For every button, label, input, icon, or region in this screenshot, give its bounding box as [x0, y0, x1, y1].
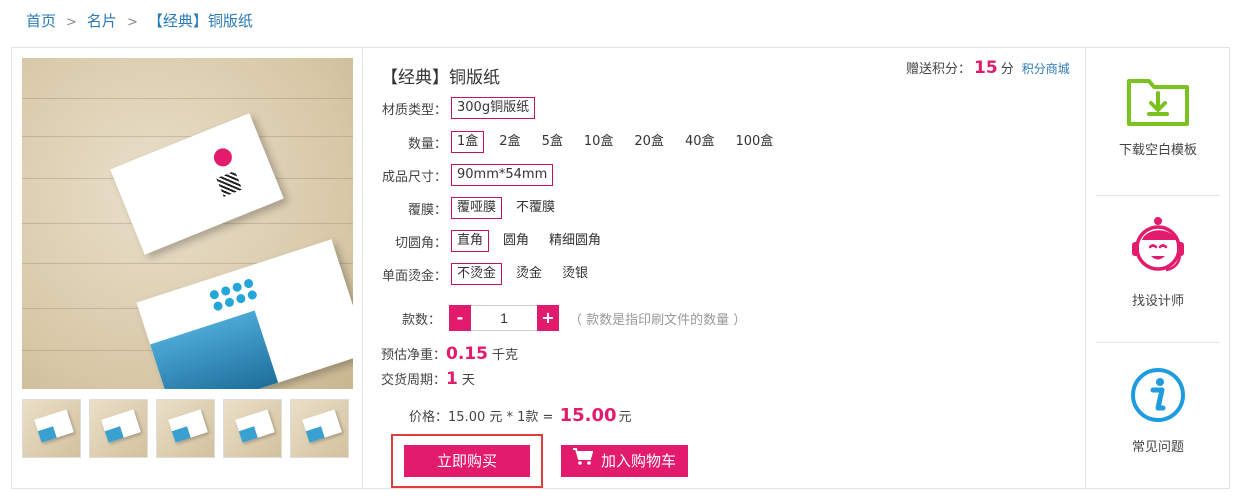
breadcrumb: 首页 > 名片 > 【经典】铜版纸	[26, 10, 253, 31]
brand-logo-icon	[211, 145, 235, 170]
thumbnail-4[interactable]	[223, 399, 282, 458]
option-foil-gold[interactable]: 烫金	[510, 263, 548, 285]
delivery-unit: 天	[461, 373, 475, 388]
option-quantity-5[interactable]: 5盒	[536, 131, 569, 153]
folder-download-icon	[1126, 79, 1190, 131]
styles-stepper: 款数： - + （ 款数是指印刷文件的数量 ）	[381, 305, 746, 331]
option-label: 覆膜：	[407, 202, 447, 218]
option-row-corner: 切圆角： 直角 圆角 精细圆角	[381, 230, 615, 252]
decrement-button[interactable]: -	[449, 305, 471, 331]
option-foil-silver[interactable]: 烫银	[556, 263, 594, 285]
styles-hint: （ 款数是指印刷文件的数量 ）	[569, 312, 747, 328]
option-row-lamination: 覆膜： 覆哑膜 不覆膜	[381, 197, 569, 219]
qr-code-icon	[216, 170, 243, 197]
product-title: 【经典】铜版纸	[381, 68, 500, 88]
option-foil-none[interactable]: 不烫金	[451, 263, 503, 285]
reward-points: 赠送积分： 15 分积分商城	[906, 58, 1070, 78]
sidebar-divider-1	[1096, 195, 1220, 196]
option-label: 材质类型：	[381, 102, 447, 118]
styles-count-input[interactable]	[471, 305, 537, 331]
weight-unit: 千克	[491, 348, 518, 363]
breadcrumb-category-link[interactable]: 名片	[87, 12, 117, 30]
sidebar-divider-2	[1096, 342, 1220, 343]
styles-label: 款数：	[401, 312, 441, 328]
breadcrumb-separator: >	[66, 15, 77, 30]
breadcrumb-separator: >	[126, 15, 138, 30]
add-to-cart-label: 加入购物车	[600, 452, 676, 470]
cart-icon	[572, 445, 594, 477]
points-unit: 分	[1000, 62, 1014, 77]
sidebar-label: 找设计师	[1131, 294, 1184, 309]
estimated-weight: 预估净重：0.15 千克	[381, 344, 518, 364]
option-row-foil: 单面烫金： 不烫金 烫金 烫银	[381, 263, 602, 285]
option-row-quantity: 数量： 1盒 2盒 5盒 10盒 20盒 40盒 100盒	[381, 131, 788, 153]
delivery-value: 1	[446, 369, 458, 389]
option-quantity-40[interactable]: 40盒	[679, 131, 721, 153]
price-line: 价格：15.00 元 * 1款 = 15.00 元	[409, 405, 632, 426]
price-unit: 元	[618, 410, 632, 425]
points-value: 15	[974, 58, 998, 78]
points-mall-link[interactable]: 积分商城	[1022, 62, 1070, 76]
sidebar-download-template[interactable]: 下载空白模板	[1086, 75, 1230, 158]
weight-value: 0.15	[446, 344, 488, 364]
business-card-white	[110, 113, 284, 255]
add-to-cart-button[interactable]: 加入购物车	[561, 445, 688, 477]
price-total: 15.00	[559, 405, 617, 426]
option-quantity-100[interactable]: 100盒	[729, 131, 779, 153]
option-lamination-matte[interactable]: 覆哑膜	[451, 197, 503, 219]
sidebar-label: 下载空白模板	[1118, 143, 1197, 158]
option-corner-round[interactable]: 圆角	[497, 230, 535, 252]
option-quantity-10[interactable]: 10盒	[578, 131, 620, 153]
price-formula: 15.00 元 * 1款 =	[448, 410, 554, 425]
option-quantity-20[interactable]: 20盒	[628, 131, 670, 153]
sidebar-faq[interactable]: 常见问题	[1086, 366, 1230, 455]
thumbnail-1[interactable]	[22, 399, 81, 458]
breadcrumb-current-link[interactable]: 【经典】铜版纸	[148, 12, 253, 30]
delivery-label: 交货周期：	[381, 373, 447, 388]
gallery-divider	[362, 48, 363, 488]
price-label: 价格：	[409, 410, 449, 425]
option-row-material: 材质类型： 300g铜版纸	[381, 97, 543, 119]
thumbnail-5[interactable]	[290, 399, 349, 458]
breadcrumb-home-link[interactable]: 首页	[26, 12, 56, 30]
thumbnail-2[interactable]	[89, 399, 148, 458]
option-label: 单面烫金：	[381, 268, 447, 284]
sidebar-find-designer[interactable]: 找设计师	[1086, 214, 1230, 309]
option-label: 数量：	[407, 136, 447, 152]
option-size-90x54[interactable]: 90mm*54mm	[451, 164, 554, 186]
designer-headset-icon	[1124, 217, 1192, 282]
weight-label: 预估净重：	[381, 348, 447, 363]
sidebar-label: 常见问题	[1131, 440, 1184, 455]
increment-button[interactable]: +	[537, 305, 559, 331]
option-quantity-1[interactable]: 1盒	[451, 131, 485, 153]
option-quantity-2[interactable]: 2盒	[493, 131, 526, 153]
option-lamination-none[interactable]: 不覆膜	[510, 197, 561, 219]
business-card-blue	[136, 239, 353, 389]
option-row-size: 成品尺寸： 90mm*54mm	[381, 164, 561, 186]
option-corner-fine-round[interactable]: 精细圆角	[543, 230, 607, 252]
buy-now-button[interactable]: 立即购买	[404, 445, 530, 477]
info-icon	[1129, 368, 1187, 428]
option-label: 成品尺寸：	[381, 169, 447, 185]
option-corner-square[interactable]: 直角	[451, 230, 490, 252]
points-label: 赠送积分：	[906, 62, 972, 77]
product-main-image	[22, 58, 353, 389]
option-label: 切圆角：	[394, 235, 447, 251]
option-material-300g[interactable]: 300g铜版纸	[451, 97, 536, 119]
thumbnail-3[interactable]	[156, 399, 215, 458]
delivery-period: 交货周期：1 天	[381, 369, 475, 389]
